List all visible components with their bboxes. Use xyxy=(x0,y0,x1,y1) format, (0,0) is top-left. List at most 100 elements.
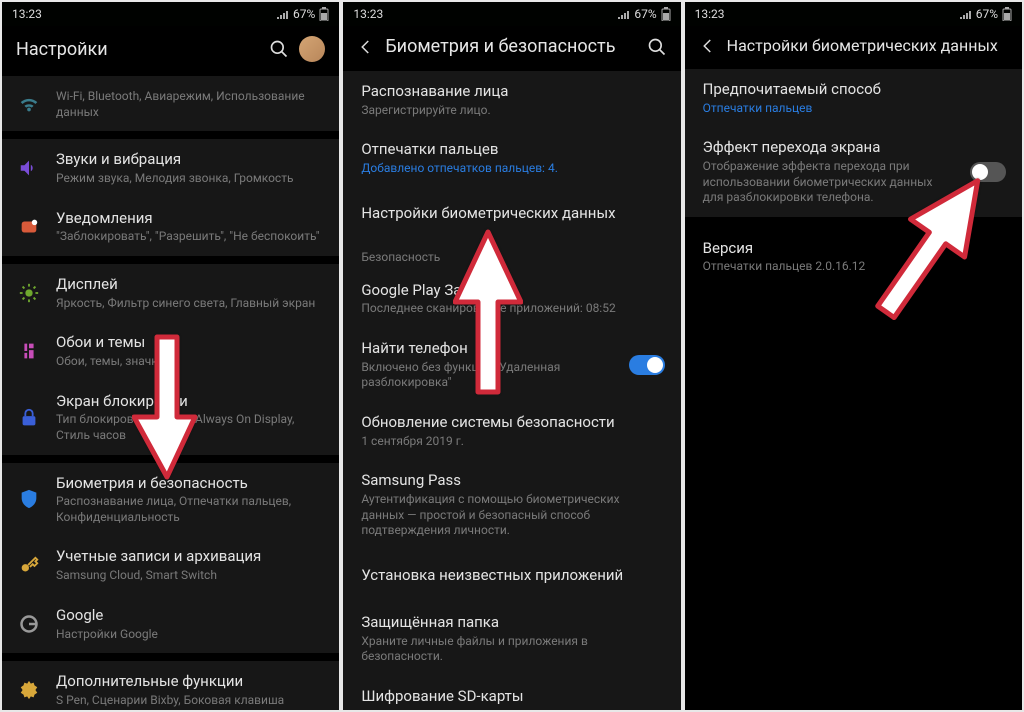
item-sub: S Pen, Сценарии Bixby, Боковая клавиша xyxy=(56,693,323,709)
settings-item-advanced[interactable]: Дополнительные функции S Pen, Сценарии Bi… xyxy=(2,661,339,710)
settings-item-biometrics[interactable]: Биометрия и безопасностьРаспознавание ли… xyxy=(2,463,339,537)
item-title: Экран блокировки xyxy=(56,392,323,411)
settings-item-display[interactable]: Дисплей Яркость, Фильтр синего света, Гла… xyxy=(2,264,339,322)
settings-item-notifications[interactable]: Уведомления"Заблокировать", "Разрешить",… xyxy=(2,198,339,256)
item-title: Google Play Защита xyxy=(361,281,664,300)
sound-icon xyxy=(18,157,40,179)
item-transition-effect[interactable]: Эффект перехода экрана Отображение эффект… xyxy=(685,127,1022,217)
version-block: Версия Отпечатки пальцев 2.0.16.12 xyxy=(685,225,1022,287)
battery-pct: 67% xyxy=(293,7,315,21)
signal-icon xyxy=(277,9,289,19)
battery-pct: 67% xyxy=(634,7,656,21)
page-title: Настройки биометрических данных xyxy=(727,36,1008,55)
item-title: Защищённая папка xyxy=(361,613,664,632)
signal-icon xyxy=(618,9,630,19)
item-title: Найти телефон xyxy=(361,339,612,358)
phone-bio-settings: 13:23 67% Настройки биометрических данны… xyxy=(685,2,1022,710)
notify-icon xyxy=(18,216,40,238)
item-sub: Добавлено отпечатков пальцев: 4. xyxy=(361,161,664,177)
battery-pct: 67% xyxy=(976,7,998,21)
item-security-update[interactable]: Обновление системы безопасности 1 сентябр… xyxy=(343,402,680,460)
item-title: Распознавание лица xyxy=(361,82,664,101)
item-sub: Распознавание лица, Отпечатки пальцев, К… xyxy=(56,494,323,525)
item-title: Звуки и вибрация xyxy=(56,150,323,169)
item-title: Установка неизвестных приложений xyxy=(361,566,664,585)
gear-icon xyxy=(18,679,40,701)
item-find-phone[interactable]: Найти телефонВключено без функции "Удале… xyxy=(343,328,680,402)
header: Биометрия и безопасность xyxy=(343,26,680,71)
settings-item-connections[interactable]: Wi-Fi, Bluetooth, Авиарежим, Использован… xyxy=(2,76,339,131)
item-title: Шифрование SD-карты xyxy=(361,687,664,706)
item-unknown-apps[interactable]: Установка неизвестных приложений xyxy=(343,550,680,602)
header: Настройки биометрических данных xyxy=(685,26,1022,69)
item-sub: Wi-Fi, Bluetooth, Авиарежим, Использован… xyxy=(56,89,323,120)
item-sub: Настройки Google xyxy=(56,627,323,643)
settings-item-accounts[interactable]: Учетные записи и архивацияSamsung Cloud,… xyxy=(2,536,339,594)
item-title: Уведомления xyxy=(56,209,323,228)
item-play-protect[interactable]: Google Play ЗащитаПоследнее сканирование… xyxy=(343,270,680,328)
item-sub: Тип блокировки экрана, Always On Display… xyxy=(56,412,323,443)
search-icon[interactable] xyxy=(647,37,667,57)
phone-settings: 13:23 67% Настройки Wi-Fi, Bluetooth, Ав… xyxy=(2,2,339,710)
item-title: Настройки биометрических данных xyxy=(361,204,664,223)
item-sub: Аутентификация с помощью биометрических … xyxy=(361,492,664,539)
item-sub: SD-карта не вставлена xyxy=(361,708,664,710)
toggle-transition-effect[interactable] xyxy=(970,162,1006,182)
avatar[interactable] xyxy=(299,36,325,62)
item-samsung-pass[interactable]: Samsung PassАутентификация с помощью био… xyxy=(343,460,680,550)
status-bar: 13:23 67% xyxy=(685,2,1022,26)
status-time: 13:23 xyxy=(12,7,42,21)
status-right: 67% xyxy=(618,7,670,21)
status-time: 13:23 xyxy=(695,7,725,21)
page-title: Настройки xyxy=(16,39,259,60)
content-list: Предпочитаемый способОтпечатки пальцев Э… xyxy=(685,69,1022,710)
battery-icon xyxy=(319,7,329,21)
item-title: Биометрия и безопасность xyxy=(56,474,323,493)
item-title: Дополнительные функции xyxy=(56,672,323,691)
item-title: Обновление системы безопасности xyxy=(361,413,664,432)
item-title: Дисплей xyxy=(56,275,323,294)
settings-item-google[interactable]: Google Настройки Google xyxy=(2,595,339,653)
item-title: Google xyxy=(56,606,323,625)
item-sub: Режим звука, Мелодия звонка, Громкость xyxy=(56,171,323,187)
item-title: Учетные записи и архивация xyxy=(56,547,323,566)
item-sub: Яркость, Фильтр синего света, Главный эк… xyxy=(56,296,323,312)
item-face-recognition[interactable]: Распознавание лица Зарегистрируйте лицо. xyxy=(343,71,680,129)
phone-biometrics: 13:23 67% Биометрия и безопасность Распо… xyxy=(343,2,680,710)
version-sub: Отпечатки пальцев 2.0.16.12 xyxy=(703,259,1004,273)
section-label-security: Безопасность xyxy=(343,240,680,270)
item-secure-folder[interactable]: Защищённая папка Храните личные файлы и п… xyxy=(343,602,680,676)
status-time: 13:23 xyxy=(353,7,383,21)
key-icon xyxy=(18,555,40,577)
item-sd-encrypt[interactable]: Шифрование SD-карты SD-карта не вставлена xyxy=(343,676,680,710)
item-sub: Зарегистрируйте лицо. xyxy=(361,103,664,119)
item-title: Отпечатки пальцев xyxy=(361,140,664,159)
back-button[interactable] xyxy=(699,37,717,55)
toggle-find-phone[interactable] xyxy=(629,355,665,375)
item-sub: Последнее сканирование приложений: 08:52 xyxy=(361,301,664,317)
google-icon xyxy=(18,613,40,635)
item-sub: Отображение эффекта перехода при использ… xyxy=(703,159,954,206)
settings-item-lockscreen[interactable]: Экран блокировкиТип блокировки экрана, A… xyxy=(2,381,339,455)
wifi-icon xyxy=(18,93,40,115)
wallpaper-icon xyxy=(18,340,40,362)
status-right: 67% xyxy=(960,7,1012,21)
item-title: Эффект перехода экрана xyxy=(703,138,954,157)
item-sub: Храните личные файлы и приложения в безо… xyxy=(361,634,664,665)
shield-icon xyxy=(18,488,40,510)
item-preferred-method[interactable]: Предпочитаемый способОтпечатки пальцев xyxy=(685,69,1022,127)
version-title: Версия xyxy=(703,239,1004,257)
settings-item-sounds[interactable]: Звуки и вибрация Режим звука, Мелодия зво… xyxy=(2,139,339,197)
settings-item-wallpapers[interactable]: Обои и темыОбои, темы, значки xyxy=(2,322,339,380)
content-list: Распознавание лицаЗарегистрируйте лицо. … xyxy=(343,71,680,710)
item-sub: 1 сентября 2019 г. xyxy=(361,434,664,450)
page-title: Биометрия и безопасность xyxy=(385,36,636,57)
search-icon[interactable] xyxy=(269,39,289,59)
item-sub: Обои, темы, значки xyxy=(56,354,323,370)
item-title: Предпочитаемый способ xyxy=(703,80,1006,99)
back-button[interactable] xyxy=(357,38,375,56)
brightness-icon xyxy=(18,282,40,304)
lock-icon xyxy=(18,407,40,429)
item-fingerprints[interactable]: Отпечатки пальцев Добавлено отпечатков па… xyxy=(343,129,680,187)
item-biometric-settings[interactable]: Настройки биометрических данных xyxy=(343,188,680,240)
